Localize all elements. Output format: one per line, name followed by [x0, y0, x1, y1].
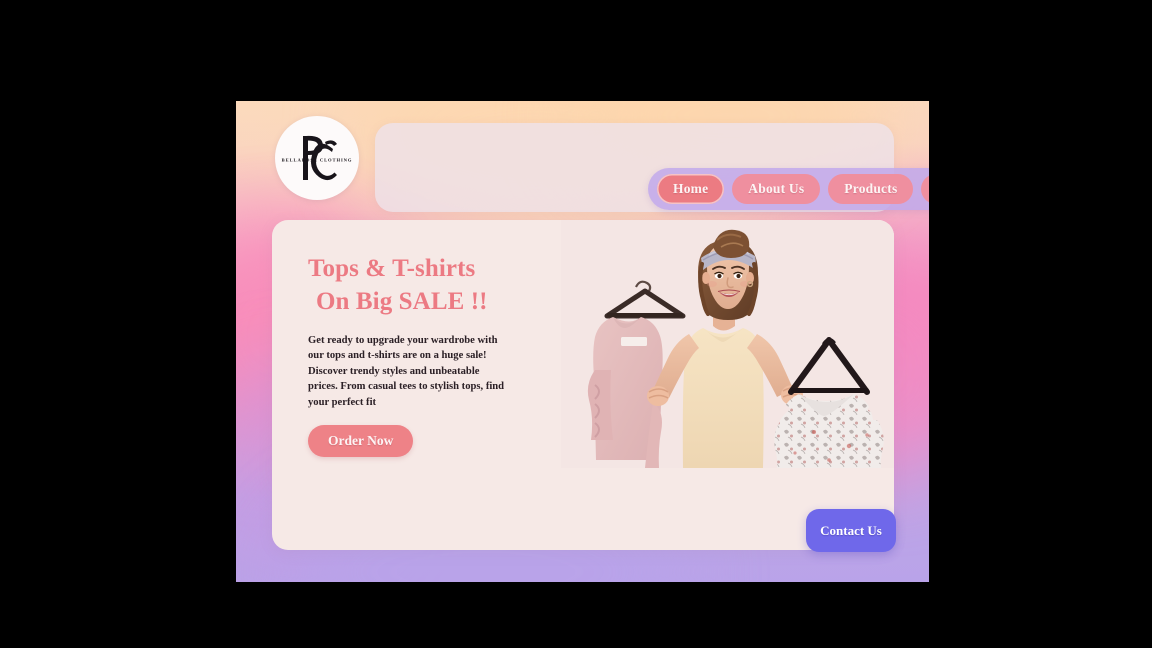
header-bar: Home About Us Products Login — [375, 123, 929, 212]
nav-item-about-us[interactable]: About Us — [732, 174, 821, 204]
headline-line-1: Tops & T-shirts — [308, 255, 476, 282]
logo-wordmark: BELLAROSE CLOTHING — [282, 158, 353, 163]
left-hand — [647, 386, 669, 406]
brand-logo[interactable]: BELLAROSE CLOTHING — [275, 116, 359, 200]
nav-item-home[interactable]: Home — [657, 174, 725, 204]
order-now-button[interactable]: Order Now — [308, 425, 414, 458]
nav-item-login[interactable]: Login — [921, 174, 929, 204]
hero-text-block: Tops & T-shirts On Big SALE !! Get ready… — [308, 252, 540, 458]
hero-headline: Tops & T-shirts On Big SALE !! — [308, 252, 540, 319]
hero-image — [561, 220, 894, 468]
website-frame: Home About Us Products Login BELLAROSE C… — [236, 101, 929, 582]
hero-description: Get ready to upgrade your wardrobe with … — [308, 334, 505, 408]
screenshot-stage: Home About Us Products Login BELLAROSE C… — [0, 0, 1152, 648]
navigation-menu: Home About Us Products Login — [648, 168, 929, 210]
headline-line-2: On Big SALE !! — [316, 288, 488, 316]
contact-us-button[interactable]: Contact Us — [806, 509, 896, 552]
hero-card: Tops & T-shirts On Big SALE !! Get ready… — [272, 220, 894, 550]
woman-with-hangers-illustration — [561, 220, 894, 468]
nav-item-products[interactable]: Products — [828, 174, 914, 204]
monogram-logo-icon: BELLAROSE CLOTHING — [282, 135, 353, 181]
